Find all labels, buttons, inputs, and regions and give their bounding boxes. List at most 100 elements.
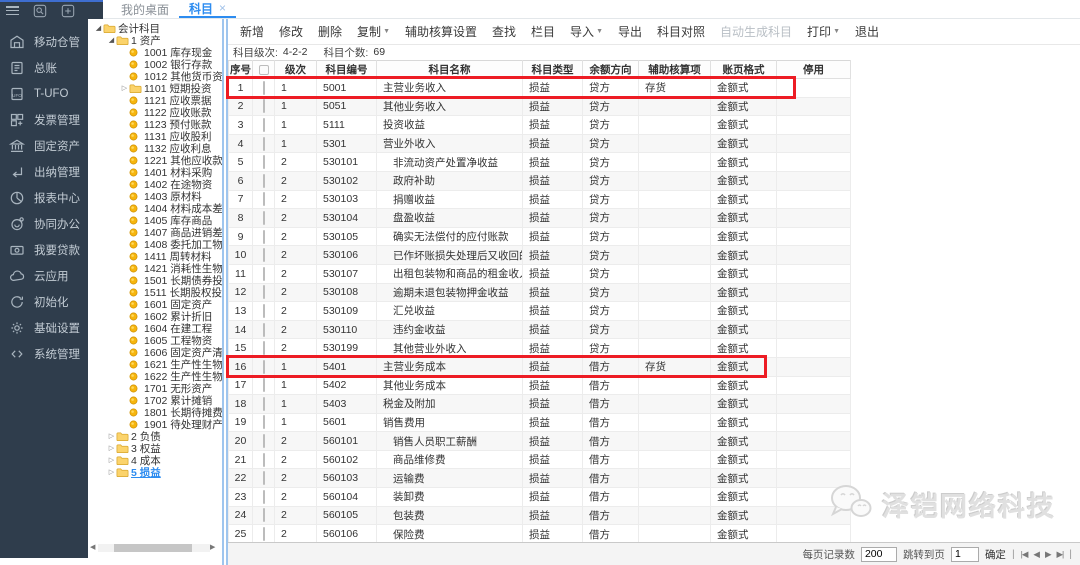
tab-close-icon[interactable]: ×	[219, 1, 226, 15]
row-checkbox[interactable]	[263, 81, 265, 95]
per-page-input[interactable]	[861, 547, 897, 562]
sidebar-item-9[interactable]: 我要贷款	[0, 237, 88, 263]
goto-page-input[interactable]	[951, 547, 979, 562]
row-checkbox[interactable]	[263, 174, 265, 188]
table-row[interactable]: 72530103捐赠收益损益贷方金额式	[229, 190, 851, 209]
row-checkbox[interactable]	[263, 434, 265, 448]
expand-icon[interactable]: ▷	[107, 468, 116, 477]
sidebar-item-8[interactable]: 协同办公	[0, 211, 88, 237]
scrollbar-track[interactable]	[98, 544, 210, 552]
scrollbar-thumb[interactable]	[114, 544, 192, 552]
table-row[interactable]: 122530108逾期未退包装物押金收益损益贷方金额式	[229, 283, 851, 302]
tree-horizontal-scrollbar[interactable]: ◀ ▶	[90, 543, 218, 552]
toolbar-button-1[interactable]: 新增	[240, 23, 264, 40]
row-checkbox[interactable]	[263, 453, 265, 467]
sidebar-item-1[interactable]: 移动仓管	[0, 29, 88, 55]
table-row[interactable]: 212560102商品维修费损益借方金额式	[229, 450, 851, 469]
table-row[interactable]: 252560106保险费损益借方金额式	[229, 525, 851, 544]
row-checkbox[interactable]	[263, 304, 265, 318]
toolbar-button-8[interactable]: 导入▼	[570, 23, 603, 40]
last-page-icon[interactable]: ▶|	[1057, 549, 1064, 560]
select-all-header[interactable]	[253, 61, 275, 79]
sidebar-item-7[interactable]: 报表中心	[0, 185, 88, 211]
table-row[interactable]: 315111投资收益损益贷方金额式	[229, 116, 851, 135]
toolbar-button-2[interactable]: 修改	[279, 23, 303, 40]
toolbar-button-3[interactable]: 删除	[318, 23, 342, 40]
search-square-icon[interactable]	[33, 4, 47, 18]
tab-subjects[interactable]: 科目 ×	[179, 0, 236, 18]
table-row[interactable]: 152530199其他营业外收入损益贷方金额式	[229, 339, 851, 358]
tree-node[interactable]: ▷5 损益	[90, 466, 222, 478]
sidebar-item-12[interactable]: 基础设置	[0, 315, 88, 341]
row-checkbox[interactable]	[263, 397, 265, 411]
expand-icon[interactable]: ▷	[107, 444, 116, 453]
table-row[interactable]: 1715402其他业务成本损益借方金额式	[229, 376, 851, 395]
scroll-right-icon[interactable]: ▶	[210, 543, 218, 552]
sidebar-item-13[interactable]: 系统管理	[0, 341, 88, 367]
row-checkbox[interactable]	[263, 267, 265, 281]
scroll-left-icon[interactable]: ◀	[90, 543, 98, 552]
row-checkbox[interactable]	[263, 230, 265, 244]
table-row[interactable]: 52530101非流动资产处置净收益损益贷方金额式	[229, 153, 851, 172]
row-checkbox[interactable]	[263, 360, 265, 374]
sidebar-item-10[interactable]: 云应用	[0, 263, 88, 289]
new-window-icon[interactable]	[61, 4, 75, 18]
tab-my-desktop[interactable]: 我的桌面	[111, 0, 179, 18]
toolbar-button-12[interactable]: 打印▼	[807, 23, 840, 40]
row-checkbox[interactable]	[263, 285, 265, 299]
toolbar-button-4[interactable]: 复制▼	[357, 23, 390, 40]
toolbar-button-5[interactable]: 辅助核算设置	[405, 23, 477, 40]
first-page-icon[interactable]: |◀	[1021, 549, 1028, 560]
table-row[interactable]: 232560104装卸费损益借方金额式	[229, 488, 851, 507]
toolbar-button-7[interactable]: 栏目	[531, 23, 555, 40]
table-row[interactable]: 82530104盘盈收益损益贷方金额式	[229, 209, 851, 228]
row-checkbox[interactable]	[263, 378, 265, 392]
hamburger-menu-icon[interactable]	[6, 6, 19, 15]
row-checkbox[interactable]	[263, 415, 265, 429]
sidebar-item-2[interactable]: 总账	[0, 55, 88, 81]
table-row[interactable]: 142530110违约金收益损益贷方金额式	[229, 320, 851, 339]
table-row[interactable]: 1615401主营业务成本损益借方存货金额式	[229, 357, 851, 376]
next-page-icon[interactable]: ▶	[1045, 549, 1051, 560]
prev-page-icon[interactable]: ◀	[1033, 549, 1039, 560]
confirm-button[interactable]: 确定	[985, 547, 1006, 562]
table-row[interactable]: 242560105包装费损益借方金额式	[229, 506, 851, 525]
sidebar-item-4[interactable]: 发票管理	[0, 107, 88, 133]
row-checkbox[interactable]	[263, 248, 265, 262]
sidebar-item-6[interactable]: 出纳管理	[0, 159, 88, 185]
table-row[interactable]: 1815403税金及附加损益借方金额式	[229, 395, 851, 414]
row-checkbox[interactable]	[263, 323, 265, 337]
table-row[interactable]: 215051其他业务收入损益贷方金额式	[229, 97, 851, 116]
row-checkbox[interactable]	[263, 527, 265, 541]
table-row[interactable]: 92530105确实无法偿付的应付账款损益贷方金额式	[229, 227, 851, 246]
expand-icon[interactable]: ▷	[120, 84, 129, 93]
table-row[interactable]: 112530107出租包装物和商品的租金收入损益贷方金额式	[229, 264, 851, 283]
row-checkbox[interactable]	[263, 118, 265, 132]
row-checkbox[interactable]	[263, 211, 265, 225]
collapse-icon[interactable]: ◢	[94, 24, 103, 33]
table-row[interactable]: 202560101销售人员职工薪酬损益借方金额式	[229, 432, 851, 451]
row-checkbox[interactable]	[263, 490, 265, 504]
sidebar-item-11[interactable]: 初始化	[0, 289, 88, 315]
table-row[interactable]: 62530102政府补助损益贷方金额式	[229, 171, 851, 190]
expand-icon[interactable]: ▷	[107, 432, 116, 441]
collapse-icon[interactable]: ◢	[107, 36, 116, 45]
row-checkbox[interactable]	[263, 155, 265, 169]
table-row[interactable]: 222560103运输费损益借方金额式	[229, 469, 851, 488]
row-checkbox[interactable]	[263, 341, 265, 355]
row-checkbox[interactable]	[263, 508, 265, 522]
row-checkbox[interactable]	[263, 137, 265, 151]
sidebar-item-5[interactable]: 固定资产	[0, 133, 88, 159]
table-row[interactable]: 115001主营业务收入损益贷方存货金额式	[229, 79, 851, 98]
sidebar-item-3[interactable]: UFOT-UFO	[0, 81, 88, 107]
toolbar-button-6[interactable]: 查找	[492, 23, 516, 40]
row-checkbox[interactable]	[263, 192, 265, 206]
expand-icon[interactable]: ▷	[107, 456, 116, 465]
table-row[interactable]: 132530109汇兑收益损益贷方金额式	[229, 302, 851, 321]
row-checkbox[interactable]	[263, 99, 265, 113]
select-all-checkbox[interactable]	[259, 65, 269, 75]
row-checkbox[interactable]	[263, 471, 265, 485]
table-row[interactable]: 1915601销售费用损益借方金额式	[229, 413, 851, 432]
table-row[interactable]: 102530106已作坏账损失处理后又收回的应收账款损益贷方金额式	[229, 246, 851, 265]
toolbar-button-10[interactable]: 科目对照	[657, 23, 705, 40]
